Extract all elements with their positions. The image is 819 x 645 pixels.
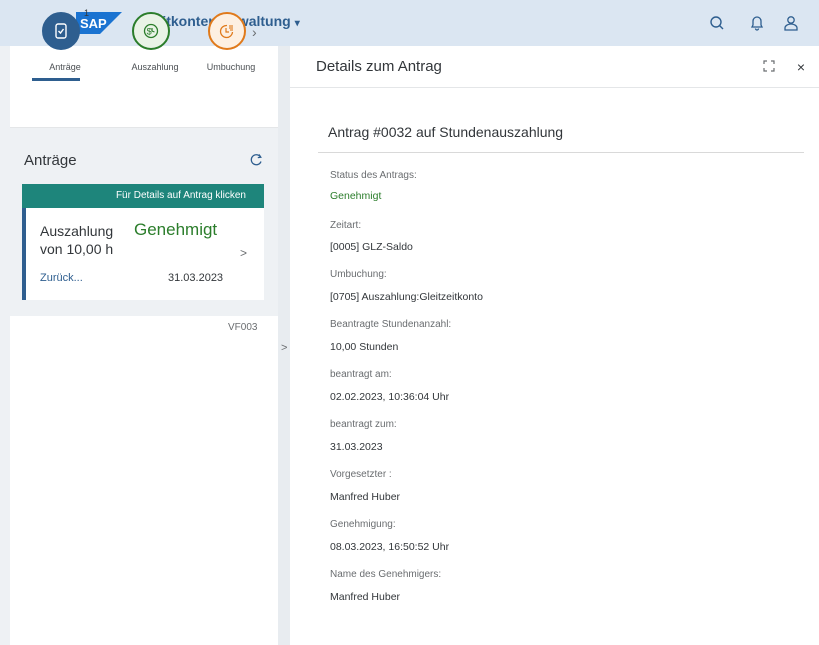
list-title: Anträge bbox=[24, 152, 77, 169]
field-label-genehmiger: Name des Genehmigers: bbox=[330, 569, 442, 580]
field-value-beantragt-zum: 31.03.2023 bbox=[330, 441, 383, 453]
field-label-vorgesetzter: Vorgesetzter : bbox=[330, 469, 392, 480]
tab-umbuchung[interactable]: Umbuchung bbox=[196, 8, 266, 82]
tab-label: Anträge bbox=[49, 62, 81, 72]
field-value-stundenanzahl: 10,00 Stunden bbox=[330, 341, 399, 353]
tab-auszahlung[interactable]: $ Auszahlung bbox=[120, 8, 190, 82]
tab-count-badge: 1 bbox=[84, 8, 90, 18]
close-icon[interactable]: × bbox=[792, 58, 810, 76]
field-value-beantragt-am: 02.02.2023, 10:36:04 Uhr bbox=[330, 391, 450, 403]
tab-label: Umbuchung bbox=[206, 62, 256, 72]
splitter-toggle-icon[interactable]: > bbox=[281, 342, 289, 364]
chevron-right-icon: > bbox=[240, 246, 248, 260]
field-label-zeitart: Zeitart: bbox=[330, 220, 362, 231]
tab-selected-indicator bbox=[32, 78, 80, 81]
version-label: VF003 bbox=[228, 322, 258, 333]
tab-scroll-next-icon[interactable]: › bbox=[252, 24, 257, 40]
fullscreen-icon[interactable] bbox=[760, 58, 778, 76]
form-title: Antrag #0032 auf Stundenauszahlung bbox=[328, 124, 564, 140]
field-label-umbuchung: Umbuchung: bbox=[330, 269, 387, 280]
item-title-line2: von 10,00 h bbox=[40, 241, 114, 257]
money-clock-icon: $ bbox=[132, 12, 170, 50]
svg-text:$: $ bbox=[147, 27, 152, 37]
search-icon[interactable] bbox=[706, 12, 728, 34]
page-title: Details zum Antrag bbox=[316, 58, 442, 75]
bell-icon[interactable] bbox=[746, 12, 768, 34]
back-link[interactable]: Zurück... bbox=[40, 272, 83, 284]
status-badge: Genehmigt bbox=[134, 220, 218, 239]
field-label-beantragt-am: beantragt am: bbox=[330, 369, 392, 380]
field-value-zeitart: [0005] GLZ-Saldo bbox=[330, 241, 413, 253]
item-date: 31.03.2023 bbox=[168, 272, 224, 284]
field-value-genehmigung: 08.03.2023, 16:50:52 Uhr bbox=[330, 541, 450, 553]
item-title-line1: Auszahlung bbox=[40, 223, 114, 239]
field-label-beantragt-zum: beantragt zum: bbox=[330, 419, 397, 430]
field-value-vorgesetzter: Manfred Huber bbox=[330, 491, 401, 503]
field-label-stundenanzahl: Beantragte Stundenanzahl: bbox=[330, 319, 452, 330]
field-label-genehmigung: Genehmigung: bbox=[330, 519, 396, 530]
list-item[interactable]: Auszahlung von 10,00 h Genehmigt > Zurüc… bbox=[22, 208, 264, 300]
field-value-status: Genehmigt bbox=[330, 190, 382, 202]
refresh-icon[interactable] bbox=[248, 152, 264, 172]
field-label-status: Status des Antrags: bbox=[330, 170, 417, 181]
app-root: SAP Zeitkontenverwaltung▾ 1 Anträge $ Au… bbox=[0, 0, 819, 645]
item-title: Auszahlung von 10,00 h bbox=[40, 222, 113, 258]
time-list-icon bbox=[208, 12, 246, 50]
tab-label: Auszahlung bbox=[131, 62, 179, 72]
field-value-genehmiger: Manfred Huber bbox=[330, 591, 401, 603]
form-divider bbox=[318, 152, 804, 153]
tab-antraege[interactable]: 1 Anträge bbox=[30, 8, 100, 82]
field-value-umbuchung: [0705] Auszahlung:Gleitzeitkonto bbox=[330, 291, 483, 303]
info-bar: Für Details auf Antrag klicken bbox=[22, 184, 264, 208]
user-icon[interactable] bbox=[780, 12, 802, 34]
document-icon bbox=[42, 12, 80, 50]
chevron-down-icon: ▾ bbox=[294, 18, 300, 29]
